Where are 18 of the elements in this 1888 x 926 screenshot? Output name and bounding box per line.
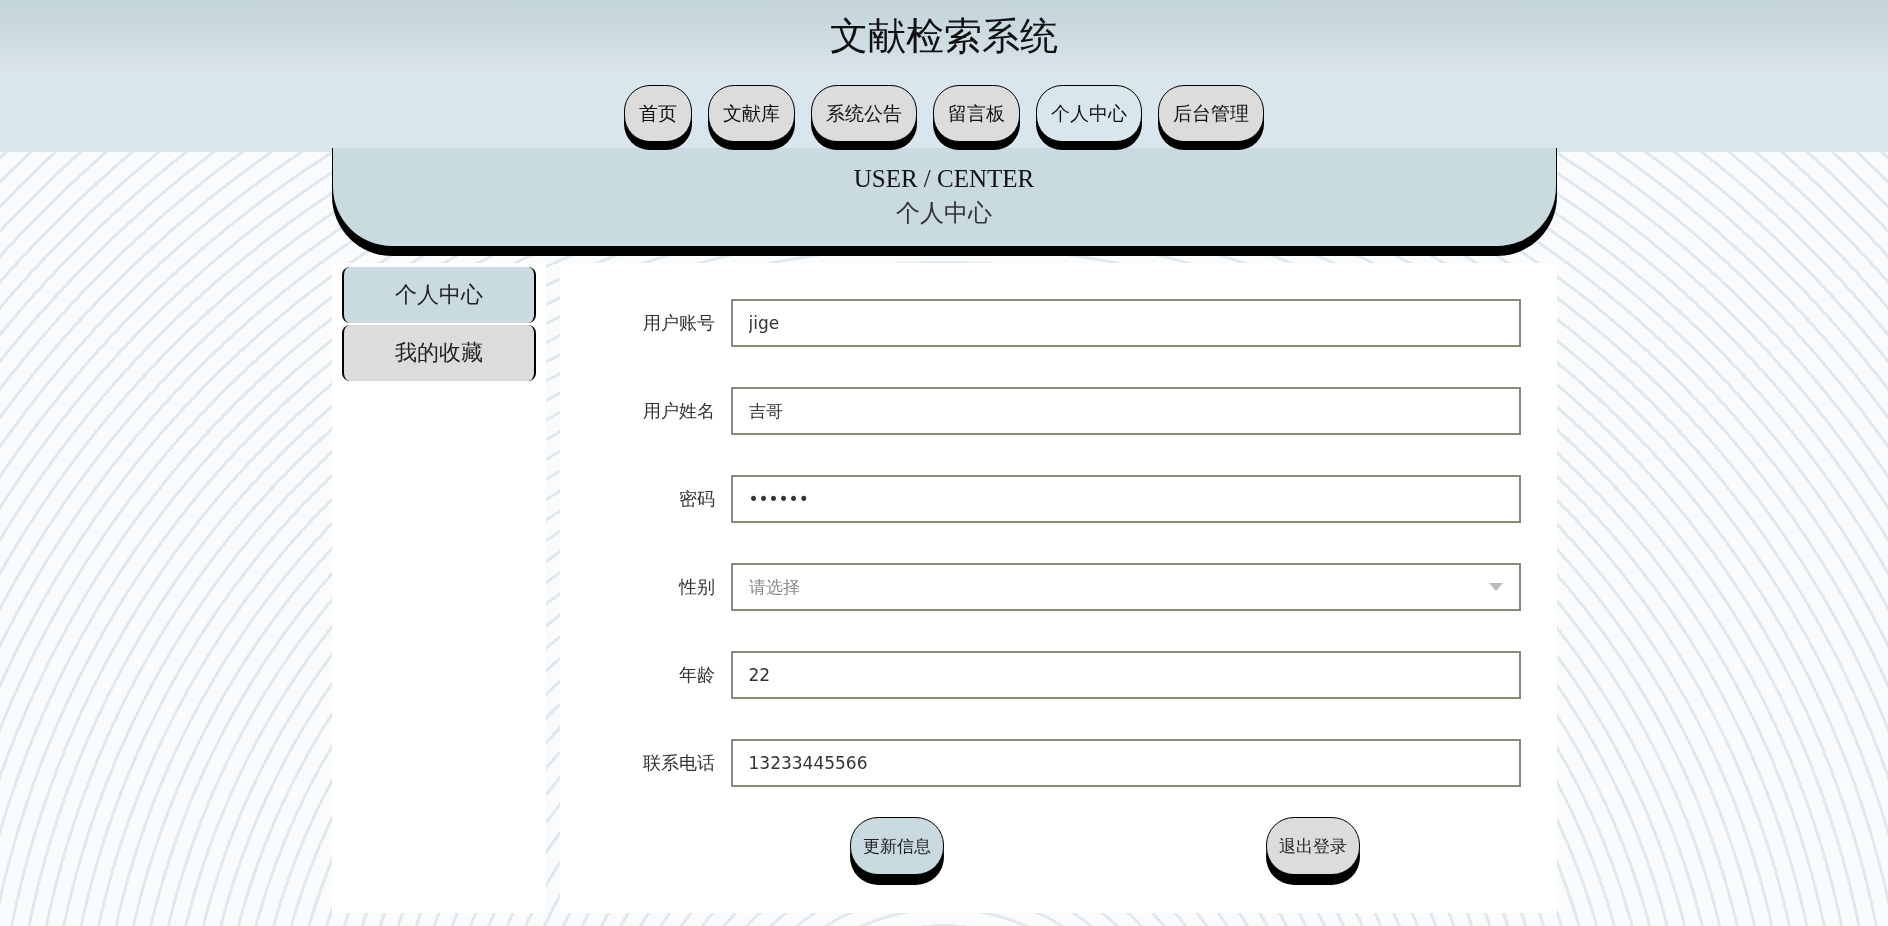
- field-label: 密码: [677, 487, 716, 511]
- input-field[interactable]: 13233445566: [730, 739, 1521, 787]
- field-label: 年龄: [677, 663, 716, 687]
- input-field[interactable]: jige: [730, 299, 1521, 347]
- field-label: 用户账号: [641, 311, 716, 335]
- banner-title: USER / CENTER: [853, 165, 1035, 193]
- sidebar-item[interactable]: 个人中心: [341, 267, 536, 323]
- banner-subtitle: 个人中心: [896, 199, 992, 228]
- field-label: 性别: [677, 575, 716, 599]
- caret-icon: [1488, 583, 1503, 591]
- input-field[interactable]: 22: [730, 651, 1521, 699]
- input-field[interactable]: 吉哥: [730, 387, 1521, 435]
- select-field[interactable]: 请选择: [730, 563, 1521, 611]
- field-label: 用户姓名: [641, 399, 716, 423]
- site-title: 文献检索系统: [830, 12, 1058, 60]
- input-field[interactable]: ••••••: [730, 475, 1521, 523]
- sidebar-item[interactable]: 我的收藏: [341, 325, 536, 381]
- field-label: 联系电话: [641, 751, 716, 775]
